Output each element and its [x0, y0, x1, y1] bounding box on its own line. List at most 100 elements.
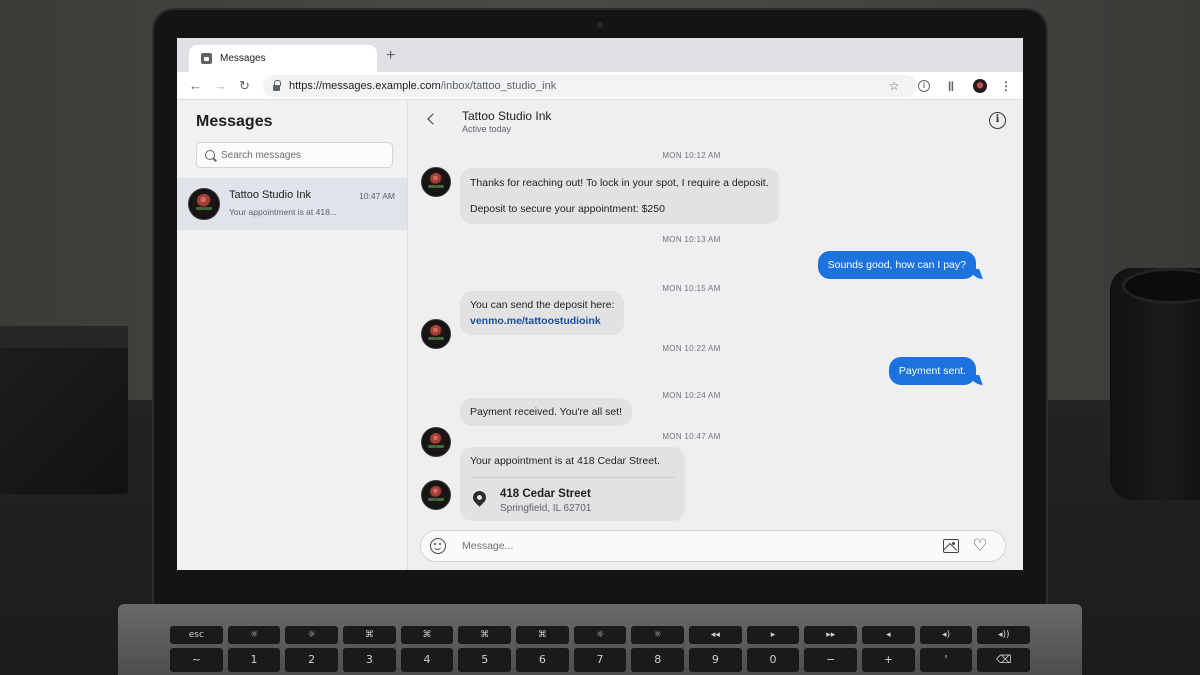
message-timestamp: MON 10:47 AM — [662, 432, 721, 441]
message-text: You can send the deposit here: — [470, 299, 615, 311]
keyboard-key: ⌫ — [977, 648, 1031, 672]
back-chevron-icon[interactable] — [424, 111, 438, 127]
keyboard-key: ▸ — [746, 626, 800, 644]
keyboard-key: ⌘ — [458, 626, 512, 644]
keyboard-key: 7 — [573, 648, 627, 672]
conversation-name: Tattoo Studio Ink — [229, 189, 311, 201]
tab-messages[interactable]: Messages — [189, 45, 377, 72]
image-attach-icon[interactable] — [943, 539, 959, 553]
keyboard-key: esc — [170, 626, 223, 644]
incoming-message-bubble: Thanks for reaching out! To lock in your… — [460, 168, 779, 224]
conversation-info: Tattoo Studio Ink 10:47 AM Your appointm… — [229, 187, 395, 221]
keyboard-key: 5 — [458, 648, 512, 672]
menu-kebab-icon[interactable]: ⋮ — [996, 76, 1016, 96]
conversation-preview: Your appointment is at 418... — [229, 207, 337, 217]
keyboard-key: + — [862, 648, 915, 672]
profile-avatar-icon[interactable] — [970, 76, 990, 96]
keyboard-key: 0 — [746, 648, 800, 672]
bookmark-star-icon[interactable]: ☆ — [884, 76, 904, 96]
keyboard-key: ☼ — [227, 626, 281, 644]
outgoing-message-bubble: Payment sent. — [888, 357, 976, 385]
tab-title: Messages — [220, 53, 266, 64]
keyboard-key: ◂) — [919, 626, 973, 644]
webcam — [597, 22, 603, 28]
message-text: Sounds good, how can I pay? — [827, 259, 966, 271]
keyboard-key: 4 — [400, 648, 454, 672]
reader-mode-icon[interactable]: ‖ — [941, 76, 961, 96]
back-arrow-icon[interactable]: ← — [189, 78, 202, 94]
conversation-time: 10:47 AM — [359, 191, 395, 201]
reload-icon[interactable]: ↻ — [239, 78, 250, 94]
url-path: /inbox/tattoo_studio_ink — [440, 80, 557, 92]
keyboard-key: ~ — [170, 648, 223, 672]
message-text: Payment sent. — [898, 365, 966, 377]
keyboard-key: ' — [919, 648, 973, 672]
keyboard-key: 9 — [689, 648, 742, 672]
outgoing-message-bubble: Sounds good, how can I pay? — [817, 251, 976, 279]
keyboard-key: ⌘ — [400, 626, 454, 644]
contact-status: Active today — [462, 124, 512, 134]
keyboard-key: ⌘ — [516, 626, 569, 644]
info-icon[interactable]: i — [989, 112, 1006, 129]
incoming-message-bubble: You can send the deposit here: venmo.me/… — [460, 291, 625, 335]
forward-arrow-icon[interactable]: → — [214, 78, 227, 94]
keyboard-function-row: esc ☼ ☼ ⌘ ⌘ ⌘ ⌘ ☼ ☼ ◂◂ ▸ ▸▸ ◂ ◂) ◂)) — [170, 626, 1031, 644]
keyboard-key: 3 — [343, 648, 396, 672]
lock-icon — [273, 79, 281, 91]
keyboard-key: − — [804, 648, 858, 672]
keyboard-key: ☼ — [285, 626, 339, 644]
message-composer[interactable]: Message... ♡ — [420, 530, 1006, 562]
message-timestamp: MON 10:13 AM — [662, 235, 721, 244]
keyboard-key: ☼ — [573, 626, 627, 644]
site-info-icon[interactable]: i — [914, 76, 934, 96]
conversation-sidebar: Messages Search messages Tattoo Studio I… — [177, 101, 408, 570]
emoji-icon[interactable] — [430, 538, 446, 554]
location-street: 418 Cedar Street — [500, 488, 591, 500]
url-host: https://messages.example.com — [289, 80, 441, 92]
contact-name: Tattoo Studio Ink — [462, 109, 552, 123]
chat-header: Tattoo Studio Ink Active today i — [408, 101, 1023, 141]
keyboard-key: 2 — [285, 648, 339, 672]
keyboard-key: 6 — [516, 648, 569, 672]
screen: Messages + ← → ↻ https://messages.exampl… — [177, 38, 1023, 570]
rose-avatar-icon — [188, 188, 220, 220]
url-text: https://messages.example.com/inbox/tatto… — [289, 80, 556, 92]
message-text: Thanks for reaching out! To lock in your… — [470, 177, 769, 189]
chat-panel: Tattoo Studio Ink Active today i MON 10:… — [408, 101, 1023, 570]
conversation-item-tattoo-studio-ink[interactable]: Tattoo Studio Ink 10:47 AM Your appointm… — [177, 178, 407, 230]
sidebar-title: Messages — [196, 113, 273, 130]
location-card[interactable]: 418 Cedar Street Springfield, IL 62701 — [470, 477, 675, 514]
search-input[interactable]: Search messages — [196, 142, 393, 168]
location-details: 418 Cedar Street Springfield, IL 62701 — [500, 488, 591, 514]
tab-bar: Messages + — [177, 38, 1023, 72]
keyboard-key: ▸▸ — [804, 626, 858, 644]
messages-favicon-icon — [201, 53, 212, 64]
keyboard-key: 1 — [227, 648, 281, 672]
message-text: Deposit to secure your appointment: $250 — [470, 203, 665, 215]
incoming-message-bubble: Your appointment is at 418 Cedar Street.… — [460, 447, 685, 521]
keyboard-key: ☼ — [631, 626, 685, 644]
message-input[interactable]: Message... — [462, 540, 513, 552]
map-pin-icon — [470, 488, 489, 507]
keyboard-key: ◂ — [862, 626, 915, 644]
keyboard-key: ⌘ — [343, 626, 396, 644]
message-timestamp: MON 10:22 AM — [662, 344, 721, 353]
new-tab-button[interactable]: + — [386, 47, 395, 65]
keyboard-key: ◂◂ — [689, 626, 742, 644]
keyboard-key: ◂)) — [977, 626, 1031, 644]
incoming-message-bubble: Payment received. You're all set! — [460, 398, 633, 426]
venmo-link[interactable]: venmo.me/tattoostudioink — [470, 315, 601, 327]
keyboard-number-row: ~1 2 3 4 5 6 7 8 9 0− + ' ⌫ — [170, 648, 1031, 672]
address-bar[interactable]: https://messages.example.com/inbox/tatto… — [263, 75, 917, 97]
browser-toolbar: ← → ↻ https://messages.example.com/inbox… — [177, 72, 1023, 100]
message-text: Payment received. You're all set! — [470, 406, 623, 418]
desk-box — [0, 326, 128, 494]
rose-avatar-icon — [421, 167, 451, 197]
message-text: Your appointment is at 418 Cedar Street. — [470, 455, 660, 467]
search-placeholder: Search messages — [221, 149, 302, 161]
location-city: Springfield, IL 62701 — [500, 503, 592, 514]
heart-icon[interactable]: ♡ — [971, 538, 989, 555]
search-icon — [205, 150, 215, 160]
keyboard-key: 8 — [631, 648, 685, 672]
rose-avatar-icon — [421, 480, 451, 510]
